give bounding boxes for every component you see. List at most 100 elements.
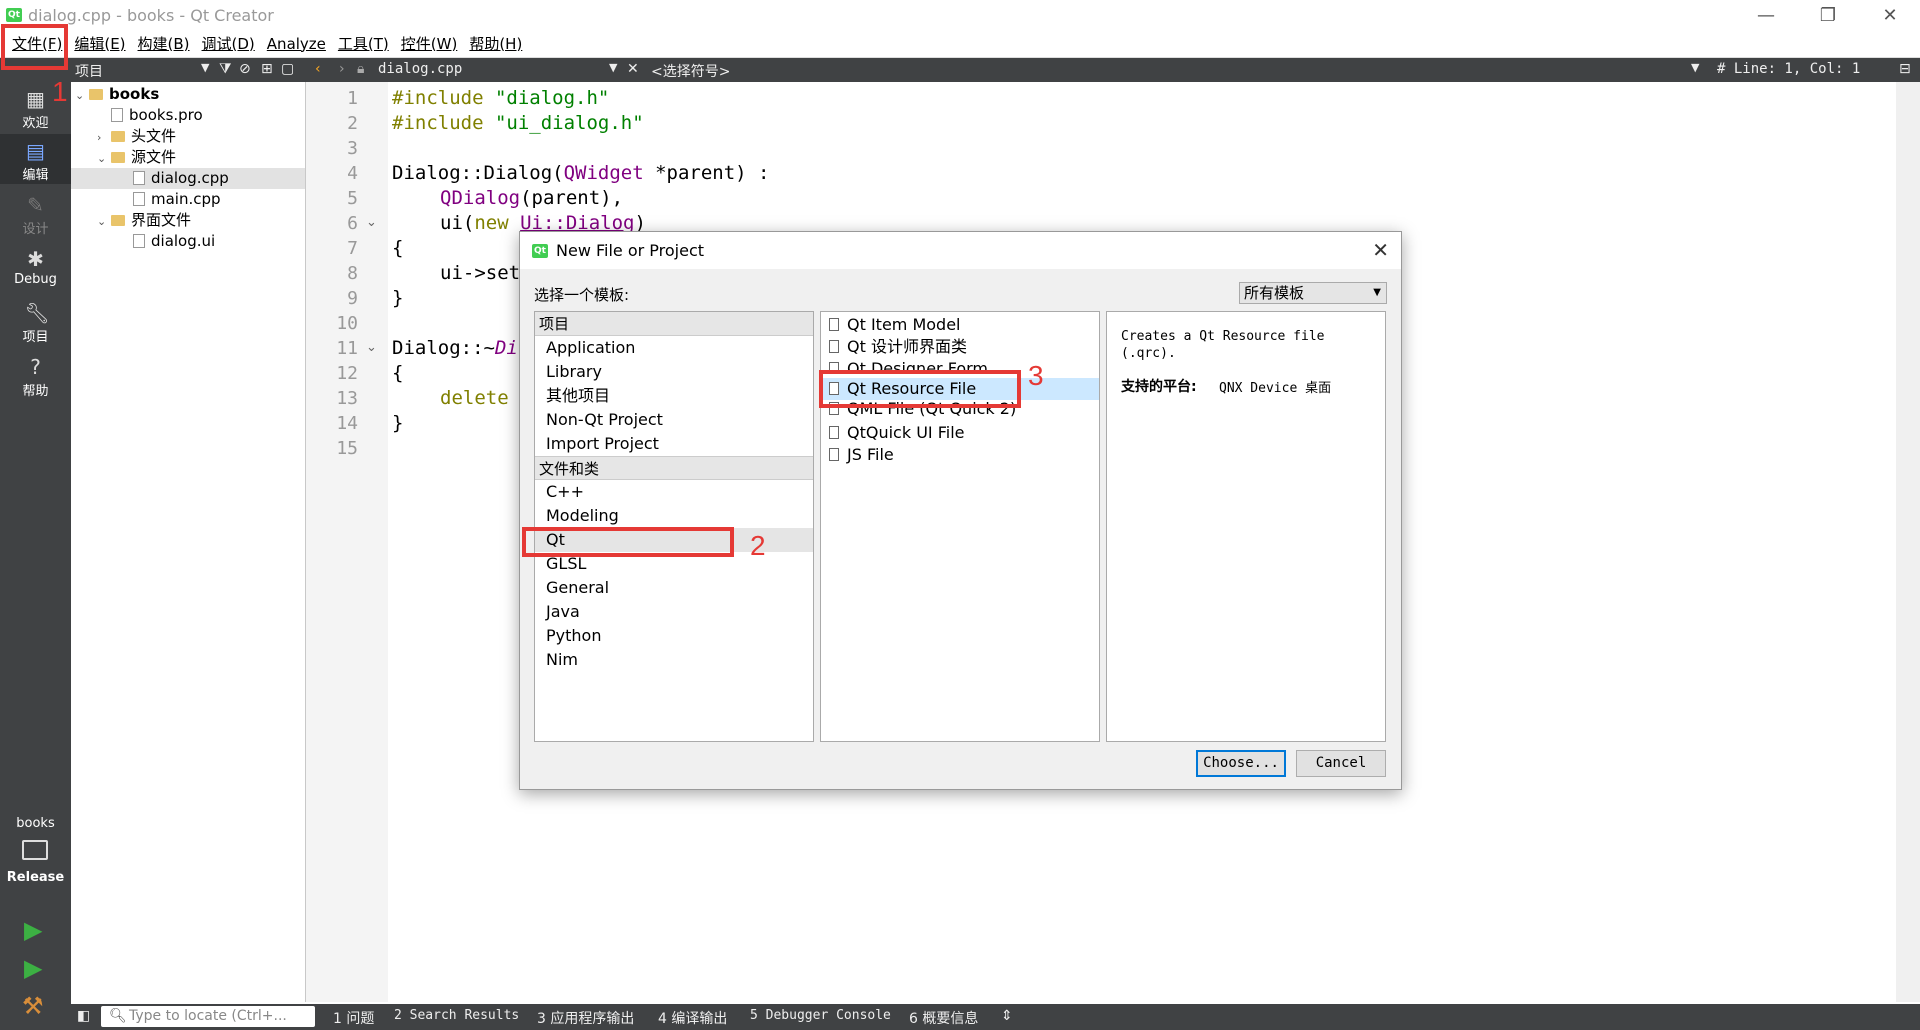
link-icon[interactable]: ⊘ xyxy=(239,61,251,77)
tree-item-label: 头文件 xyxy=(131,127,177,145)
code-line: #include "dialog.h" xyxy=(392,87,610,109)
tree-item[interactable]: › 头文件 xyxy=(71,126,305,147)
run-icon[interactable]: ▶ xyxy=(24,916,42,944)
back-icon[interactable]: ‹ xyxy=(315,61,321,77)
project-panel-selector[interactable]: 项目 xyxy=(75,61,103,81)
monitor-icon[interactable] xyxy=(22,840,48,860)
category-modeling[interactable]: Modeling xyxy=(535,504,619,528)
template-qtquick-ui-file[interactable]: QtQuick UI File xyxy=(829,422,964,444)
template-js-file[interactable]: JS File xyxy=(829,444,894,466)
menu-analyze[interactable]: Analyze xyxy=(261,31,332,57)
code-line: } xyxy=(392,287,404,309)
category-application[interactable]: Application xyxy=(535,336,635,360)
dropdown-arrow-icon[interactable]: ▼ xyxy=(201,61,209,74)
annotation-number: 3 xyxy=(1028,360,1044,391)
mode-sidebar: ▦ 欢迎 ▤ 编辑 ✎ 设计 ✱ Debug 🔧︎ 项目 ? 帮助 books … xyxy=(0,58,71,1030)
build-hammer-icon[interactable]: ⚒ xyxy=(22,992,44,1020)
category-non-qt-project[interactable]: Non-Qt Project xyxy=(535,408,663,432)
editor-toolbar: 项目 ▼ ⧩ ⊘ ⊞ ▢ ‹ › 🔒︎ dialog.cpp ▼ ✕ <选择符号… xyxy=(71,58,1920,82)
tree-item[interactable]: books.pro xyxy=(71,105,305,126)
category-library[interactable]: Library xyxy=(535,360,602,384)
debug-run-icon[interactable]: ▶ xyxy=(24,954,42,982)
tab-application-output[interactable]: 3 应用程序输出 xyxy=(537,1008,634,1028)
category-import-project[interactable]: Import Project xyxy=(535,432,659,456)
split-editor-icon[interactable]: ⊟ xyxy=(1899,61,1911,77)
locate-input[interactable]: Type to locate (Ctrl+... xyxy=(101,1006,315,1027)
close-panel-icon[interactable]: ▢ xyxy=(281,61,294,77)
restore-button[interactable]: ❐ xyxy=(1800,0,1856,30)
category-python[interactable]: Python xyxy=(535,624,601,648)
vertical-scrollbar[interactable] xyxy=(1896,82,1920,1002)
tab-issues[interactable]: 1 问题 xyxy=(333,1008,374,1028)
open-file-selector[interactable]: dialog.cpp xyxy=(378,61,462,77)
menu-edit[interactable]: 编辑(E) xyxy=(68,31,131,57)
menu-build[interactable]: 构建(B) xyxy=(132,31,196,57)
dropdown-arrow-icon[interactable]: ▼ xyxy=(609,61,617,74)
mode-help[interactable]: ? 帮助 xyxy=(0,350,71,400)
mode-debug[interactable]: ✱ Debug xyxy=(0,242,71,292)
lock-icon: 🔒︎ xyxy=(357,61,365,77)
chevron-down-icon: ▼ xyxy=(1373,287,1381,298)
annotation-box-resource-file xyxy=(819,370,1021,408)
wrench-icon: 🔧︎ xyxy=(24,301,50,325)
line-number: 12 xyxy=(336,363,358,384)
mode-label: 设计 xyxy=(22,222,49,237)
category-other-project[interactable]: 其他项目 xyxy=(535,384,610,408)
mode-edit[interactable]: ▤ 编辑 xyxy=(0,134,71,184)
code-line: delete xyxy=(440,387,509,409)
category-nim[interactable]: Nim xyxy=(535,648,578,672)
template-filter-select[interactable]: 所有模板 ▼ xyxy=(1239,282,1387,304)
category-general[interactable]: General xyxy=(535,576,609,600)
expand-arrow-icon[interactable]: ⌄ xyxy=(97,211,111,232)
annotation-number: 2 xyxy=(750,530,766,561)
tab-compile-output[interactable]: 4 编译输出 xyxy=(658,1008,727,1028)
tree-item[interactable]: dialog.cpp xyxy=(71,168,305,189)
expand-arrow-icon[interactable]: ⌄ xyxy=(97,148,111,169)
cancel-button[interactable]: Cancel xyxy=(1296,750,1386,777)
close-file-icon[interactable]: ✕ xyxy=(627,61,639,77)
tree-item[interactable]: ⌄ books xyxy=(71,84,305,105)
template-qt-designer-class[interactable]: Qt 设计师界面类 xyxy=(829,336,967,358)
close-button[interactable]: ✕ xyxy=(1862,0,1918,30)
close-icon[interactable]: ✕ xyxy=(1372,238,1389,262)
folder-icon xyxy=(111,131,125,142)
window-title: dialog.cpp - books - Qt Creator xyxy=(28,5,274,25)
mode-design[interactable]: ✎ 设计 xyxy=(0,188,71,238)
tab-debugger-console[interactable]: 5 Debugger Console xyxy=(750,1008,891,1023)
line-number: 8 xyxy=(347,263,358,284)
line-number: 9 xyxy=(347,288,358,309)
choose-button[interactable]: Choose... xyxy=(1196,750,1286,777)
symbol-selector[interactable]: <选择符号> xyxy=(651,61,730,81)
tree-item[interactable]: ⌄ 界面文件 xyxy=(71,210,305,231)
menu-tools[interactable]: 工具(T) xyxy=(332,31,395,57)
tab-general-messages[interactable]: 6 概要信息 xyxy=(909,1008,978,1028)
template-qt-item-model[interactable]: Qt Item Model xyxy=(829,314,961,336)
code-line: } xyxy=(392,412,404,434)
file-icon xyxy=(111,108,123,122)
expand-arrow-icon[interactable]: ⌄ xyxy=(75,85,89,106)
menu-widgets[interactable]: 控件(W) xyxy=(395,31,464,57)
dialog-title-bar: Qt New File or Project ✕ xyxy=(520,232,1401,269)
line-number: 11 xyxy=(336,338,358,359)
mode-projects[interactable]: 🔧︎ 项目 xyxy=(0,296,71,346)
tree-item[interactable]: dialog.ui xyxy=(71,231,305,252)
minimize-button[interactable]: — xyxy=(1738,0,1794,30)
tree-item-label: books xyxy=(109,85,160,103)
dropdown-arrow-icon[interactable]: ▼ xyxy=(1691,61,1699,74)
tab-search-results[interactable]: 2 Search Results xyxy=(394,1008,519,1023)
category-cpp[interactable]: C++ xyxy=(535,480,584,504)
expand-arrow-icon[interactable]: › xyxy=(97,127,111,148)
menu-debug[interactable]: 调试(D) xyxy=(196,31,261,57)
cursor-position: # Line: 1, Col: 1 xyxy=(1717,61,1861,77)
forward-icon[interactable]: › xyxy=(339,61,345,77)
fold-arrow-icon[interactable]: ⌄ xyxy=(366,340,377,355)
category-java[interactable]: Java xyxy=(535,600,580,624)
tree-item[interactable]: main.cpp xyxy=(71,189,305,210)
fold-arrow-icon[interactable]: ⌄ xyxy=(366,215,377,230)
tree-item[interactable]: ⌄ 源文件 xyxy=(71,147,305,168)
split-icon[interactable]: ⊞ xyxy=(261,61,273,77)
menu-help[interactable]: 帮助(H) xyxy=(463,31,528,57)
more-tabs-icon[interactable]: ⇕ xyxy=(1001,1008,1013,1024)
toggle-sidebar-icon[interactable]: ◧ xyxy=(77,1008,90,1024)
filter-icon[interactable]: ⧩ xyxy=(219,61,232,77)
